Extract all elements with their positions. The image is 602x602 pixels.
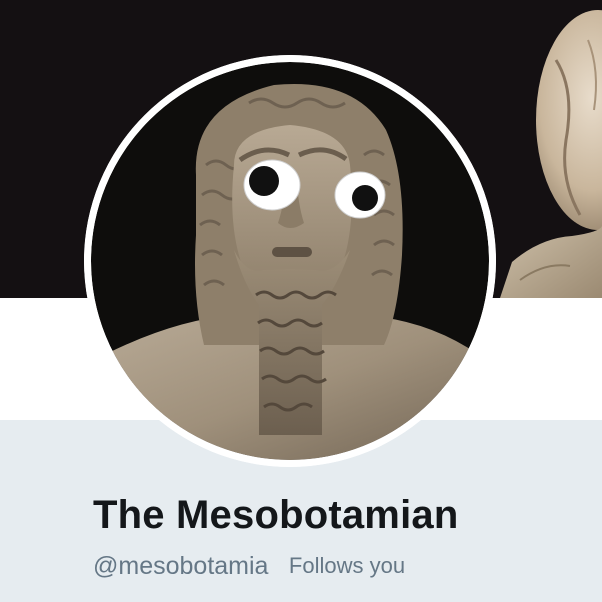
profile-card: The Mesobotamian @mesobotamia Follows yo…: [0, 0, 602, 602]
statue-googly-eyes-icon: [84, 55, 496, 467]
profile-handle-row: @mesobotamia Follows you: [93, 550, 405, 586]
profile-display-name: The Mesobotamian: [93, 493, 459, 537]
profile-avatar[interactable]: [84, 55, 496, 467]
profile-handle: @mesobotamia: [93, 552, 269, 580]
follows-you-badge: Follows you: [288, 553, 406, 578]
